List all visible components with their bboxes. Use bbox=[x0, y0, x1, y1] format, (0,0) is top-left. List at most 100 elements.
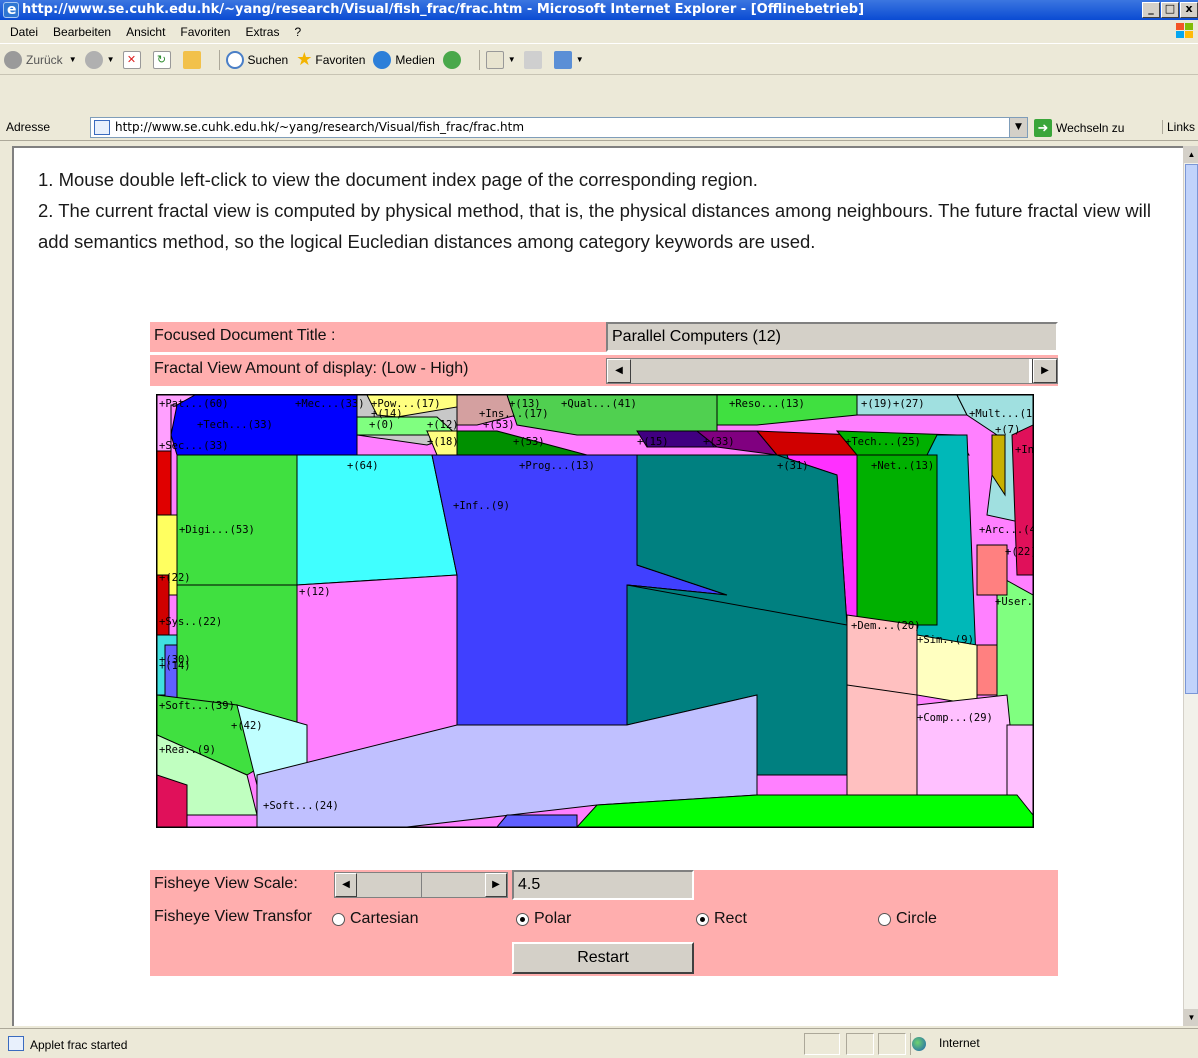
menu-favorites[interactable]: Favoriten bbox=[180, 25, 230, 39]
scale-value-field[interactable]: 4.5 bbox=[512, 870, 694, 900]
favorites-button[interactable]: ★ Favoriten bbox=[296, 49, 365, 70]
fractal-region-label[interactable]: +(18) bbox=[427, 436, 459, 448]
fractal-region-label[interactable]: +(7) bbox=[995, 424, 1020, 436]
menu-help[interactable]: ? bbox=[294, 25, 301, 39]
fractal-region-label[interactable]: +(53) bbox=[513, 436, 545, 448]
menu-view[interactable]: Ansicht bbox=[126, 25, 165, 39]
search-button[interactable]: Suchen bbox=[225, 50, 288, 69]
minimize-button[interactable]: _ bbox=[1142, 2, 1160, 18]
fractal-region-label[interactable]: +Mult...(1 bbox=[969, 408, 1032, 420]
fractal-region-label[interactable]: +Arc...(41 bbox=[979, 524, 1033, 536]
menu-edit[interactable]: Bearbeiten bbox=[53, 25, 111, 39]
forward-button[interactable]: ▼ bbox=[84, 50, 115, 69]
history-button[interactable] bbox=[442, 50, 465, 69]
region bbox=[846, 684, 918, 796]
radio-button[interactable] bbox=[878, 912, 891, 926]
fractal-region-label[interactable]: +Pat...(60) bbox=[159, 398, 229, 410]
fractal-region-label[interactable]: +(14) bbox=[159, 660, 191, 672]
history-icon bbox=[442, 50, 461, 69]
fractal-region-label[interactable]: +(15) bbox=[637, 436, 669, 448]
scroll-left-button[interactable]: ◀ bbox=[607, 359, 631, 383]
mail-button[interactable]: ▼ bbox=[485, 50, 516, 69]
fractal-region-label[interactable]: +Sec...(33) bbox=[159, 440, 229, 452]
fractal-region-label[interactable]: +Dem...(20) bbox=[851, 620, 921, 632]
refresh-button[interactable]: ↻ bbox=[152, 50, 175, 69]
fractal-region-label[interactable]: +Qual...(41) bbox=[561, 398, 637, 410]
fractal-region-label[interactable]: +Soft...(24) bbox=[263, 800, 339, 812]
scale-scrollbar[interactable]: ◀ ▶ bbox=[334, 872, 508, 898]
radio-button[interactable] bbox=[332, 912, 345, 926]
fractal-region-label[interactable]: +Tech...(33) bbox=[197, 419, 273, 431]
fractal-region-label[interactable]: +Rea..(9) bbox=[159, 744, 216, 756]
fractal-region-label[interactable]: +(19) bbox=[861, 398, 893, 410]
fractal-region-label[interactable]: +(64) bbox=[347, 460, 379, 472]
address-input[interactable]: http://www.se.cuhk.edu.hk/~yang/research… bbox=[90, 117, 1028, 138]
fractal-region-label[interactable]: +(27) bbox=[893, 398, 925, 410]
fractal-region-label[interactable]: +(33) bbox=[703, 436, 735, 448]
home-button[interactable] bbox=[182, 50, 205, 69]
scroll-down-button[interactable]: ▼ bbox=[1184, 1009, 1198, 1026]
restart-button[interactable]: Restart bbox=[512, 942, 694, 974]
fractal-region-label[interactable]: +(12) bbox=[427, 419, 459, 431]
fractal-region-label[interactable]: +(22) bbox=[1005, 546, 1033, 558]
menu-extras[interactable]: Extras bbox=[245, 25, 279, 39]
radio-rect[interactable]: Rect bbox=[696, 910, 747, 928]
media-icon bbox=[373, 50, 392, 69]
links-button[interactable]: Links bbox=[1162, 120, 1195, 134]
scroll-left-button[interactable]: ◀ bbox=[335, 873, 357, 897]
scroll-up-button[interactable]: ▲ bbox=[1184, 146, 1198, 163]
media-button[interactable]: Medien bbox=[373, 50, 435, 69]
fractal-region-label[interactable]: +Tech...(25) bbox=[845, 436, 921, 448]
fractal-region-label[interactable]: +Comp...(29) bbox=[917, 712, 993, 724]
fractal-region-label[interactable]: +Soft...(39) bbox=[159, 700, 235, 712]
fractal-region-label[interactable]: +Net..(13) bbox=[871, 460, 934, 472]
radio-button[interactable] bbox=[516, 912, 529, 926]
chevron-down-icon: ▼ bbox=[507, 55, 516, 64]
mail-icon bbox=[485, 50, 504, 69]
fractal-region-label[interactable]: +(12) bbox=[299, 586, 331, 598]
fractal-region-label[interactable]: +(53) bbox=[483, 419, 515, 431]
back-button[interactable]: Zurück ▼ bbox=[4, 50, 77, 69]
fractal-region-label[interactable]: +Info. bbox=[1015, 444, 1033, 456]
scroll-right-button[interactable]: ▶ bbox=[1033, 359, 1057, 383]
region bbox=[496, 814, 578, 827]
page-scroll-thumb[interactable] bbox=[1185, 164, 1198, 694]
edit-button[interactable]: ▼ bbox=[553, 50, 584, 69]
radio-button[interactable] bbox=[696, 912, 709, 926]
region bbox=[296, 454, 458, 586]
print-button[interactable] bbox=[523, 50, 546, 69]
fractal-region-label[interactable]: +Digi...(53) bbox=[179, 524, 255, 536]
back-arrow-icon bbox=[4, 50, 22, 69]
stop-button[interactable]: ✕ bbox=[122, 50, 145, 69]
fractal-region-label[interactable]: +(31) bbox=[777, 460, 809, 472]
region bbox=[916, 694, 1018, 796]
close-button[interactable]: x bbox=[1180, 2, 1198, 18]
fractal-region-label[interactable]: +Prog...(13) bbox=[519, 460, 595, 472]
fractal-region-label[interactable]: +(0) bbox=[369, 419, 394, 431]
fractal-view-canvas[interactable]: +Pat...(60) +Mec...(33) +Pow...(17) +(14) +(… bbox=[156, 394, 1034, 828]
go-button[interactable]: ➜ Wechseln zu bbox=[1034, 119, 1124, 137]
fractal-region-label[interactable]: +Reso...(13) bbox=[729, 398, 805, 410]
amount-scrollbar[interactable]: ◀ ▶ bbox=[606, 358, 1058, 384]
radio-circle[interactable]: Circle bbox=[878, 910, 937, 928]
menu-file[interactable]: Datei bbox=[10, 25, 38, 39]
scroll-right-button[interactable]: ▶ bbox=[485, 873, 507, 897]
fractal-region-label[interactable]: +Sim..(9) bbox=[917, 634, 974, 646]
fractal-region-label[interactable]: +(22) bbox=[159, 572, 191, 584]
status-cell bbox=[804, 1033, 840, 1055]
fractal-region-label[interactable]: +(42) bbox=[231, 720, 263, 732]
maximize-button[interactable]: □ bbox=[1161, 2, 1179, 18]
page-scrollbar[interactable]: ▲ ▼ bbox=[1183, 146, 1198, 1026]
amount-thumb[interactable] bbox=[1029, 359, 1033, 383]
fractal-region-label[interactable]: +Inf..(9) bbox=[453, 500, 510, 512]
focused-title-field[interactable]: Parallel Computers (12) bbox=[606, 322, 1058, 352]
fractal-region-label[interactable]: +Sys..(22) bbox=[159, 616, 222, 628]
radio-polar[interactable]: Polar bbox=[516, 910, 571, 928]
scale-thumb[interactable] bbox=[421, 873, 422, 897]
fractal-region-label[interactable]: +User... bbox=[995, 596, 1033, 608]
fractal-svg[interactable]: +Pat...(60) +Mec...(33) +Pow...(17)+(14)+(… bbox=[157, 395, 1033, 827]
chevron-down-icon[interactable]: ▼ bbox=[1009, 118, 1027, 137]
radio-cartesian[interactable]: Cartesian bbox=[332, 910, 418, 928]
transform-label: Fisheye View Transfor bbox=[154, 908, 312, 925]
fractal-region-label[interactable]: +Mec...(33) bbox=[295, 398, 365, 410]
